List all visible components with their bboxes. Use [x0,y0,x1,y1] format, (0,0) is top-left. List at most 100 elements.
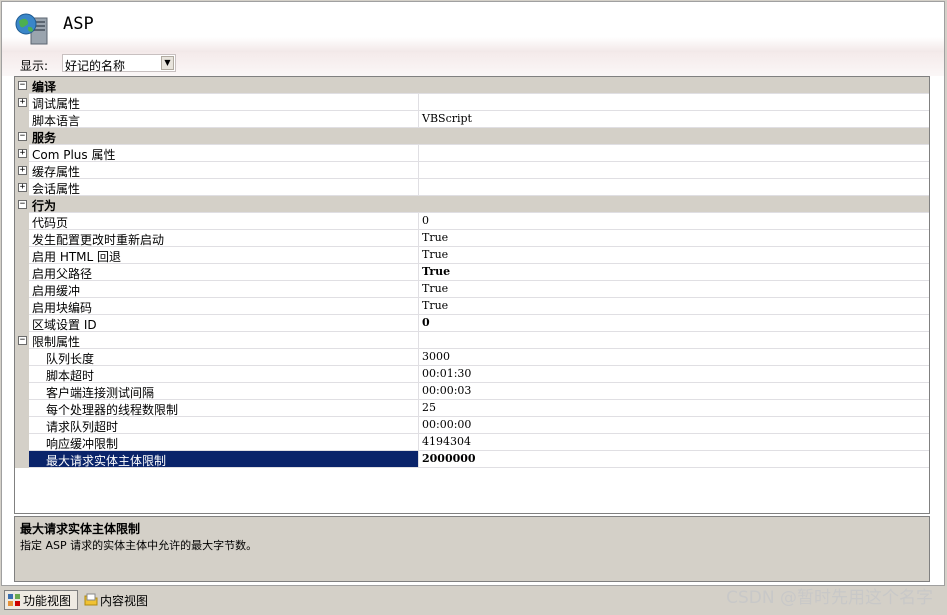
collapse-icon[interactable]: − [18,336,27,345]
property-name: Com Plus 属性 [32,148,116,162]
property-name: 响应缓冲限制 [46,437,119,451]
chevron-down-icon[interactable]: ▼ [161,56,174,70]
iis-asp-panel: ASP 显示: 好记的名称 ▼ − 编译 + 调试属性 脚本语言 VBScript − 服务 +… [1,1,945,586]
property-row[interactable]: 脚本超时 00:01:30 [15,366,929,383]
property-name: 服务 [32,131,57,145]
property-name-cell[interactable] [29,179,418,195]
row-gutter [15,230,29,247]
property-value[interactable]: True [418,281,929,297]
property-category-row[interactable]: − 编译 [15,77,929,94]
property-name: 代码页 [32,216,69,230]
property-name-cell[interactable] [29,162,418,178]
property-value[interactable]: 2000000 [418,451,929,467]
property-row[interactable]: 每个处理器的线程数限制 25 [15,400,929,417]
property-category-row[interactable]: − 行为 [15,196,929,213]
collapse-icon[interactable]: − [18,81,27,90]
property-name-cell[interactable] [29,111,418,127]
property-name: 发生配置更改时重新启动 [32,233,165,247]
property-value[interactable]: 00:01:30 [418,366,929,382]
property-value[interactable] [418,332,929,348]
property-grid[interactable]: − 编译 + 调试属性 脚本语言 VBScript − 服务 + Com Plus 属性 + 缓存属性… [14,76,930,514]
features-view-icon [8,594,20,606]
row-gutter [15,366,29,383]
property-name-cell[interactable] [29,332,418,348]
property-name: 启用块编码 [32,301,93,315]
property-value[interactable] [418,145,929,161]
property-row[interactable]: + Com Plus 属性 [15,145,929,162]
property-value[interactable]: 00:00:00 [418,417,929,433]
description-title: 最大请求实体主体限制 [20,522,141,536]
property-value[interactable]: True [418,247,929,263]
property-value[interactable]: VBScript [418,111,929,127]
property-row[interactable]: 代码页 0 [15,213,929,230]
property-value[interactable]: True [418,298,929,314]
row-gutter [15,213,29,230]
property-row[interactable]: − 限制属性 [15,332,929,349]
property-row[interactable]: 启用块编码 True [15,298,929,315]
property-row[interactable]: 请求队列超时 00:00:00 [15,417,929,434]
collapse-icon[interactable]: − [18,132,27,141]
description-panel: 最大请求实体主体限制 指定 ASP 请求的实体主体中允许的最大字节数。 [14,516,930,582]
row-gutter [15,383,29,400]
property-value[interactable] [418,162,929,178]
property-name: 行为 [32,199,57,213]
property-row[interactable]: 响应缓冲限制 4194304 [15,434,929,451]
property-value[interactable] [418,94,929,110]
property-value[interactable] [418,179,929,195]
property-row[interactable]: 发生配置更改时重新启动 True [15,230,929,247]
filter-bar: 显示: 好记的名称 ▼ [2,52,944,76]
property-name: 调试属性 [32,97,81,111]
property-row[interactable]: + 缓存属性 [15,162,929,179]
row-gutter [15,111,29,128]
property-row[interactable]: 脚本语言 VBScript [15,111,929,128]
property-row[interactable]: 启用缓冲 True [15,281,929,298]
property-value[interactable]: True [418,264,929,280]
property-name: 每个处理器的线程数限制 [46,403,179,417]
property-category-row[interactable]: − 服务 [15,128,929,145]
row-gutter [15,451,29,468]
collapse-icon[interactable]: − [18,200,27,209]
property-row[interactable]: 队列长度 3000 [15,349,929,366]
tab-content-label: 内容视图 [100,593,149,608]
display-dropdown-value: 好记的名称 [65,59,126,73]
property-name-cell[interactable] [29,281,418,297]
expand-icon[interactable]: + [18,166,27,175]
property-value[interactable]: 0 [418,315,929,331]
property-value[interactable]: True [418,230,929,246]
property-row[interactable]: + 会话属性 [15,179,929,196]
property-name-cell[interactable] [29,77,418,93]
property-row[interactable]: 启用 HTML 回退 True [15,247,929,264]
property-name-cell[interactable] [29,213,418,229]
property-name: 缓存属性 [32,165,81,179]
header: ASP [2,2,944,52]
property-value[interactable]: 3000 [418,349,929,365]
display-dropdown[interactable]: 好记的名称 ▼ [62,54,176,73]
property-row[interactable]: + 调试属性 [15,94,929,111]
expand-icon[interactable]: + [18,183,27,192]
expand-icon[interactable]: + [18,98,27,107]
tab-features-view[interactable]: 功能视图 [4,590,78,610]
property-value[interactable]: 25 [418,400,929,416]
property-grid-rows: − 编译 + 调试属性 脚本语言 VBScript − 服务 + Com Plus 属性 + 缓存属性… [15,77,929,468]
property-name: 区域设置 ID [32,318,97,332]
property-row[interactable]: 启用父路径 True [15,264,929,281]
property-name: 编译 [32,80,57,94]
property-value[interactable]: 00:00:03 [418,383,929,399]
property-name: 启用父路径 [32,267,93,281]
property-row[interactable]: 客户端连接测试间隔 00:00:03 [15,383,929,400]
property-row[interactable]: 区域设置 ID 0 [15,315,929,332]
row-gutter [15,315,29,332]
property-name: 启用 HTML 回退 [32,250,122,264]
page-title: ASP [63,14,94,34]
asp-globe-server-icon [15,13,48,45]
property-name: 队列长度 [46,352,95,366]
property-name-cell[interactable] [29,196,418,212]
property-value[interactable]: 0 [418,213,929,229]
property-row[interactable]: 最大请求实体主体限制 2000000 [15,451,929,468]
expand-icon[interactable]: + [18,149,27,158]
property-name-cell[interactable] [29,94,418,110]
display-label: 显示: [20,59,49,73]
tab-content-view[interactable]: 内容视图 [82,590,162,610]
property-value[interactable]: 4194304 [418,434,929,450]
property-name-cell[interactable] [29,128,418,144]
